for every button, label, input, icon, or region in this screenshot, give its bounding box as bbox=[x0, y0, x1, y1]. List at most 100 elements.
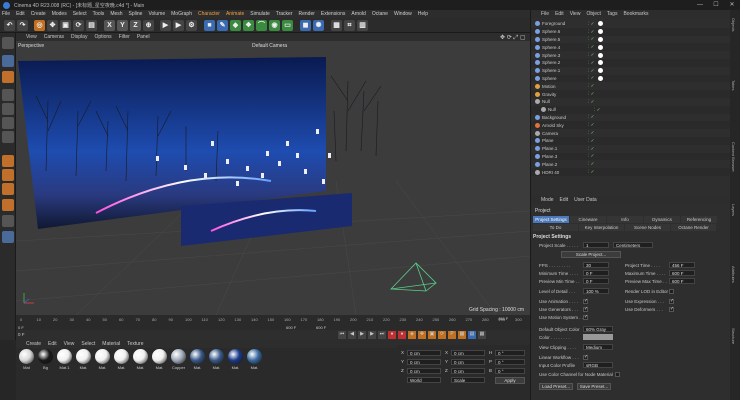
preview-max-field[interactable]: 600 F bbox=[669, 278, 695, 284]
material-tag-icon[interactable] bbox=[598, 21, 604, 27]
default-color-select[interactable]: 60% Gray bbox=[583, 326, 613, 332]
solo-mode-icon[interactable] bbox=[2, 183, 14, 195]
undo-icon[interactable]: ↶ bbox=[4, 20, 15, 31]
object-row[interactable]: Sphere.1 ⁚ ✓ bbox=[531, 67, 731, 75]
locked-workplane-icon[interactable] bbox=[2, 215, 14, 227]
points-mode-icon[interactable] bbox=[2, 89, 14, 101]
object-row[interactable]: Foreground ⁚ ✓ bbox=[531, 20, 731, 28]
y-axis-button[interactable]: Y bbox=[117, 20, 128, 31]
rot-b-field[interactable]: 0 ° bbox=[495, 368, 525, 374]
project-time-field[interactable]: 456 F bbox=[669, 262, 695, 268]
material-tag-icon[interactable] bbox=[598, 60, 604, 66]
menu-volume[interactable]: Volume bbox=[148, 11, 165, 17]
current-frame[interactable]: 0 F bbox=[18, 332, 25, 337]
object-row[interactable]: Motion ⁚ ✓ bbox=[531, 82, 731, 90]
side-tab-content-browser[interactable]: Content Browser bbox=[731, 142, 736, 172]
pos-z-field[interactable]: 0 cm bbox=[407, 368, 441, 374]
object-menu-tags[interactable]: Tags bbox=[607, 11, 618, 17]
menu-octane[interactable]: Octane bbox=[372, 11, 388, 17]
floor-icon[interactable]: ▭ bbox=[282, 20, 293, 31]
side-tab-attributes[interactable]: Attributes bbox=[731, 266, 736, 283]
material-swatch[interactable]: Mat. bbox=[94, 349, 111, 370]
menu-character[interactable]: Character bbox=[198, 11, 220, 17]
object-name[interactable]: Sphere.5 bbox=[542, 37, 586, 42]
layout-icon[interactable]: ▦ bbox=[478, 331, 486, 339]
menu-animate[interactable]: Animate bbox=[226, 11, 244, 17]
object-row[interactable]: Plane.2 ⁚ ✓ bbox=[531, 160, 731, 168]
recent-tools-icon[interactable]: ▤ bbox=[86, 20, 97, 31]
material-swatch[interactable]: Bg bbox=[37, 349, 54, 370]
side-tab-structure[interactable]: Structure bbox=[731, 328, 736, 344]
view-clipping-select[interactable]: Medium bbox=[583, 344, 613, 350]
object-name[interactable]: Null bbox=[542, 99, 586, 104]
use-motion-checkbox[interactable] bbox=[583, 314, 588, 320]
param-key-icon[interactable]: P bbox=[448, 331, 456, 339]
material-menu-material[interactable]: Material bbox=[102, 341, 120, 347]
save-preset-button[interactable]: Save Preset... bbox=[577, 383, 611, 390]
object-menu-view[interactable]: View bbox=[570, 11, 581, 17]
visibility-dots-icon[interactable]: ⁚ ✓ bbox=[588, 130, 594, 136]
material-swatch[interactable]: Mat. bbox=[227, 349, 244, 370]
material-swatch[interactable]: Mat. bbox=[189, 349, 206, 370]
close-button[interactable]: ✕ bbox=[724, 0, 740, 10]
coord-system-select[interactable]: World bbox=[407, 377, 441, 383]
viewport-camera-name[interactable]: Default Camera bbox=[252, 43, 287, 49]
attribute-menu-edit[interactable]: Edit bbox=[560, 197, 569, 203]
make-editable-icon[interactable] bbox=[2, 37, 14, 49]
visibility-dots-icon[interactable]: ⁚ ✓ bbox=[588, 138, 594, 144]
lod-field[interactable]: 100 % bbox=[583, 288, 609, 294]
render-lod-checkbox[interactable] bbox=[669, 289, 674, 294]
menu-extensions[interactable]: Extensions bbox=[321, 11, 345, 17]
tab-scene-nodes[interactable]: Scene Nodes bbox=[625, 224, 670, 231]
object-name[interactable]: Arnold Sky bbox=[542, 123, 586, 128]
pla-key-icon[interactable]: ▦ bbox=[458, 331, 466, 339]
visibility-dots-icon[interactable]: ⁚ ✓ bbox=[588, 91, 594, 97]
menu-create[interactable]: Create bbox=[31, 11, 46, 17]
camera-gizmo[interactable] bbox=[389, 262, 437, 292]
material-menu-select[interactable]: Select bbox=[81, 341, 95, 347]
object-name[interactable]: Plane.3 bbox=[542, 154, 586, 159]
visibility-dots-icon[interactable]: ⁚ ✓ bbox=[588, 21, 594, 27]
minimize-button[interactable]: — bbox=[692, 0, 708, 10]
object-menu-bookmarks[interactable]: Bookmarks bbox=[623, 11, 648, 17]
material-swatch[interactable]: Mat bbox=[18, 349, 35, 370]
pos-x-field[interactable]: 0 cm bbox=[407, 350, 441, 356]
move-icon[interactable]: ✥ bbox=[47, 20, 58, 31]
menu-help[interactable]: Help bbox=[418, 11, 428, 17]
object-name[interactable]: Null bbox=[548, 107, 592, 112]
use-animation-checkbox[interactable] bbox=[583, 298, 588, 304]
menu-select[interactable]: Select bbox=[73, 11, 87, 17]
visibility-dots-icon[interactable]: ⁚ ✓ bbox=[588, 114, 594, 120]
object-name[interactable]: Foreground bbox=[542, 21, 586, 26]
size-y-field[interactable]: 0 cm bbox=[451, 359, 485, 365]
light-icon[interactable]: ✺ bbox=[313, 20, 324, 31]
color-swatch[interactable] bbox=[583, 334, 613, 340]
visibility-dots-icon[interactable]: ⁚ ✓ bbox=[588, 60, 594, 66]
material-tag-icon[interactable] bbox=[598, 68, 604, 74]
use-generators-checkbox[interactable] bbox=[583, 306, 588, 312]
prev-key-icon[interactable]: ◀ bbox=[348, 331, 356, 339]
object-name[interactable]: Sphere bbox=[542, 76, 586, 81]
object-name[interactable]: Plane bbox=[542, 138, 586, 143]
material-menu-edit[interactable]: Edit bbox=[48, 341, 57, 347]
go-to-end-icon[interactable]: ⏭ bbox=[378, 331, 386, 339]
use-deformers-checkbox[interactable] bbox=[669, 306, 674, 312]
scale-icon[interactable]: ▣ bbox=[60, 20, 71, 31]
tweak-mode-icon[interactable] bbox=[2, 169, 14, 181]
object-name[interactable]: Plane.1 bbox=[542, 146, 586, 151]
viewport-menu-filter[interactable]: Filter bbox=[119, 34, 130, 40]
object-name[interactable]: Plane.2 bbox=[542, 162, 586, 167]
visibility-dots-icon[interactable]: ⁚ ✓ bbox=[588, 75, 594, 81]
object-name[interactable]: Sphere.6 bbox=[542, 29, 586, 34]
render-settings-icon[interactable]: ⚙ bbox=[186, 20, 197, 31]
object-row[interactable]: Sphere ⁚ ✓ bbox=[531, 74, 731, 83]
tab-key-interpolation[interactable]: Key Interpolation bbox=[579, 224, 624, 231]
menu-tracker[interactable]: Tracker bbox=[276, 11, 293, 17]
rotation-key-icon[interactable]: ⟳ bbox=[438, 331, 446, 339]
x-axis-button[interactable]: X bbox=[104, 20, 115, 31]
visibility-dots-icon[interactable]: ⁚ ✓ bbox=[588, 44, 594, 50]
material-tag-icon[interactable] bbox=[598, 44, 604, 50]
object-name[interactable]: Sphere.3 bbox=[542, 53, 586, 58]
object-row[interactable]: Arnold Sky ⁚ ✓ bbox=[531, 121, 731, 130]
redo-icon[interactable]: ↷ bbox=[17, 20, 28, 31]
